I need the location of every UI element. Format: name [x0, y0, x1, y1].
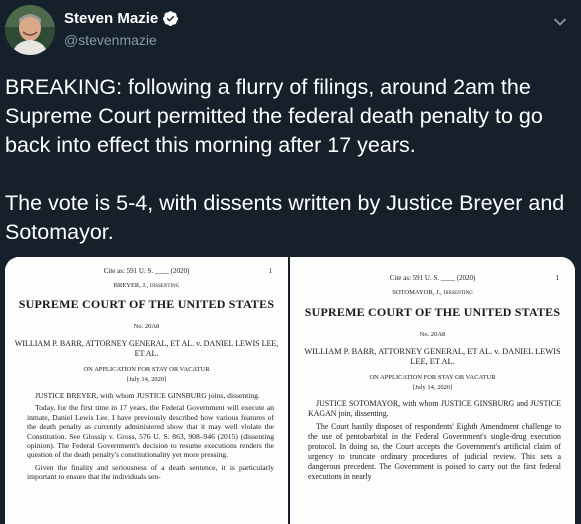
doc-body: JUSTICE BREYER, with whom JUSTICE GINSBU…: [5, 391, 288, 482]
doc-case-number: No. 20A8: [133, 323, 160, 330]
doc-case-number: No. 20A8: [419, 331, 446, 338]
breyer-dissent-image[interactable]: Cite as: 591 U. S. ____ (2020) 1 BREYER,…: [5, 257, 288, 524]
doc-date: [July 14, 2020]: [412, 384, 453, 391]
tweet-paragraph: The vote is 5-4, with dissents written b…: [5, 191, 565, 244]
avatar[interactable]: [5, 5, 55, 55]
doc-justice-line: SOTOMAYOR, J., dissenting: [392, 289, 473, 296]
doc-page-number: 1: [555, 274, 560, 282]
display-name[interactable]: Steven Mazie: [64, 10, 158, 27]
doc-parties: WILLIAM P. BARR, ATTORNEY GENERAL, ET AL…: [14, 339, 279, 358]
doc-application: ON APPLICATION FOR STAY OR VACATUR: [83, 366, 210, 373]
doc-page-number: 1: [268, 267, 273, 275]
chevron-down-icon[interactable]: [553, 14, 567, 26]
doc-paragraph: The Court hastily disposes of respondent…: [308, 422, 561, 481]
tweet-media[interactable]: Cite as: 591 U. S. ____ (2020) 1 BREYER,…: [5, 257, 575, 524]
doc-paragraph: Today, for the first time in 17 years, t…: [27, 403, 274, 460]
doc-cite: Cite as: 591 U. S. ____ (2020) 1: [103, 267, 273, 275]
tweet-body: BREAKING: following a flurry of filings,…: [5, 73, 575, 247]
tweet-header: Steven Mazie @stevenmazie: [0, 0, 581, 60]
doc-court-title: SUPREME COURT OF THE UNITED STATES: [304, 305, 561, 319]
sotomayor-dissent-image[interactable]: Cite as: 591 U. S. ____ (2020) 1 SOTOMAY…: [290, 257, 575, 524]
doc-cite: Cite as: 591 U. S. ____ (2020) 1: [389, 274, 560, 282]
doc-application: ON APPLICATION FOR STAY OR VACATUR: [369, 374, 496, 381]
doc-court-title: SUPREME COURT OF THE UNITED STATES: [18, 297, 275, 311]
tweet-paragraph: BREAKING: following a flurry of filings,…: [5, 75, 543, 157]
verified-badge-icon: [162, 10, 179, 27]
doc-justice-line: BREYER, J., dissenting: [113, 282, 180, 289]
doc-paragraph: JUSTICE BREYER, with whom JUSTICE GINSBU…: [35, 391, 260, 400]
doc-date: [July 14, 2020]: [126, 376, 167, 383]
doc-parties: WILLIAM P. BARR, ATTORNEY GENERAL, ET AL…: [304, 347, 561, 366]
doc-paragraph: Given the finality and seriousness of a …: [27, 462, 274, 482]
doc-paragraph: JUSTICE SOTOMAYOR, with whom JUSTICE GIN…: [308, 399, 561, 418]
author-handle[interactable]: @stevenmazie: [64, 32, 157, 48]
doc-body: JUSTICE SOTOMAYOR, with whom JUSTICE GIN…: [290, 399, 575, 482]
author-name-row: Steven Mazie: [64, 10, 179, 27]
